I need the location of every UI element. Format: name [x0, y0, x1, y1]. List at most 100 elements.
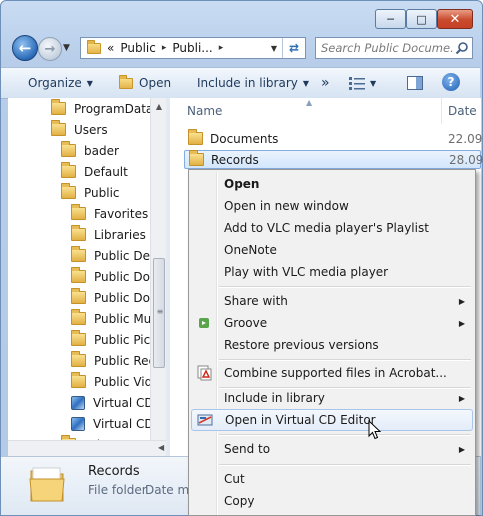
tree-item-favorites[interactable]: Favorites — [71, 203, 148, 224]
tree-item-label: Public — [84, 185, 120, 200]
menu-item-label: Copy — [224, 494, 255, 508]
tree-item-virtual-cds[interactable]: Virtual CDs — [71, 413, 160, 434]
address-dropdown[interactable]: ▼ — [267, 38, 281, 58]
menu-item-combine-acrobat[interactable]: Combine supported files in Acrobat... — [191, 362, 473, 384]
column-header: ▲ Name Date — [170, 98, 481, 124]
search-input[interactable] — [321, 39, 453, 57]
menu-item-label: Add to VLC media player's Playlist — [224, 221, 429, 235]
file-name: Documents — [210, 131, 279, 146]
search-box[interactable] — [315, 37, 473, 59]
folder-icon — [71, 225, 86, 241]
tree-item-default[interactable]: Default — [61, 161, 128, 182]
tree-item-label: Libraries — [94, 227, 146, 242]
tree-item-public-downloads[interactable]: Public Dow — [71, 287, 160, 308]
forward-button[interactable]: → — [38, 37, 62, 61]
menu-item-open[interactable]: Open — [191, 173, 473, 195]
menu-item-label: Groove — [224, 316, 268, 330]
menu-item-send-to[interactable]: Send to ▶ — [191, 438, 473, 460]
menu-item-share-with[interactable]: Share with ▶ — [191, 290, 473, 312]
navigation-pane[interactable]: ProgramData Users bader Default Public F… — [8, 98, 166, 456]
breadcrumb-public[interactable]: Public — [120, 41, 156, 55]
menu-item-play-vlc[interactable]: Play with VLC media player — [191, 261, 473, 283]
back-arrow-icon: ← — [18, 39, 32, 57]
scroll-left-arrow-icon[interactable]: ◀ — [158, 443, 164, 452]
folder-icon — [51, 99, 66, 115]
more-chevron-icon: » — [321, 75, 330, 91]
tree-item-public-videos[interactable]: Public Vide — [71, 371, 160, 392]
address-bar[interactable]: « Public ▸ Publi... ▸ ▼ ⇄ — [80, 37, 306, 59]
context-menu: Open Open in new window Add to VLC media… — [188, 169, 476, 516]
refresh-icon: ⇄ — [288, 41, 300, 55]
menu-item-cut[interactable]: Cut — [191, 468, 473, 490]
tree-item-libraries[interactable]: Libraries — [71, 224, 146, 245]
open-button[interactable]: Open — [119, 68, 171, 98]
include-label: Include in library — [197, 76, 298, 90]
virtual-cd-icon — [71, 395, 85, 410]
organize-button[interactable]: Organize ▼ — [28, 68, 93, 98]
column-name[interactable]: Name — [187, 104, 222, 118]
minimize-button[interactable]: ─ — [375, 9, 406, 29]
folder-icon — [189, 150, 204, 166]
help-icon: ? — [447, 75, 455, 89]
tree-item-public-recorded[interactable]: Public Reco — [71, 350, 162, 371]
menu-item-open-new-window[interactable]: Open in new window — [191, 195, 473, 217]
preview-pane-button[interactable] — [407, 68, 423, 98]
tree-item-public[interactable]: Public — [61, 182, 120, 203]
include-in-library-button[interactable]: Include in library ▼ — [197, 68, 309, 98]
open-label: Open — [139, 76, 172, 90]
tree-item-programdata[interactable]: ProgramData — [51, 98, 153, 119]
menu-item-copy[interactable]: Copy — [191, 490, 473, 512]
breadcrumb-public-documents[interactable]: Publi... — [172, 41, 212, 55]
submenu-arrow-icon: ▶ — [458, 296, 465, 306]
back-button[interactable]: ← — [12, 35, 38, 61]
breadcrumb-separator[interactable]: ▸ — [219, 43, 224, 53]
tree-item-public-music[interactable]: Public Mus — [71, 308, 158, 329]
recent-pages-dropdown[interactable]: ▼ — [63, 43, 70, 53]
menu-item-label: Cut — [224, 472, 245, 486]
menu-item-onenote[interactable]: OneNote — [191, 239, 473, 261]
folder-icon — [71, 351, 86, 367]
menu-item-groove[interactable]: Groove ▶ — [191, 312, 473, 334]
tree-item-label: Public Mus — [94, 311, 158, 326]
refresh-button[interactable]: ⇄ — [282, 38, 305, 58]
help-button[interactable]: ? — [442, 73, 460, 91]
scroll-up-arrow-icon[interactable]: ▲ — [151, 102, 167, 111]
chevron-down-icon: ▼ — [302, 78, 310, 88]
tree-item-public-pictures[interactable]: Public Pictu — [71, 329, 163, 350]
file-row-documents[interactable]: Documents 22.09 — [184, 129, 482, 148]
folder-icon — [71, 330, 86, 346]
open-folder-icon — [119, 74, 133, 89]
column-date[interactable]: Date — [448, 104, 477, 118]
column-divider[interactable] — [441, 98, 442, 124]
file-date: 28.09 — [449, 152, 483, 167]
file-row-records[interactable]: Records 28.09 — [184, 150, 483, 169]
tree-item-users[interactable]: Users — [51, 119, 108, 140]
scroll-thumb[interactable]: ≡ — [153, 258, 165, 368]
breadcrumb-overflow[interactable]: « — [107, 41, 114, 55]
nav-vertical-scrollbar[interactable]: ▲ ≡ ▼ — [150, 98, 167, 456]
more-commands-button[interactable]: » — [321, 68, 330, 98]
tree-item-bader[interactable]: bader — [61, 140, 119, 161]
folder-icon — [61, 162, 76, 178]
menu-item-open-virtual-cd-editor[interactable]: Open in Virtual CD Editor — [191, 409, 473, 431]
search-icon[interactable] — [455, 41, 469, 55]
change-view-button[interactable]: ▼ — [349, 68, 376, 98]
breadcrumb-separator[interactable]: ▸ — [162, 43, 167, 53]
maximize-button[interactable]: □ — [406, 9, 437, 29]
menu-item-label: Open in Virtual CD Editor — [225, 413, 376, 427]
menu-item-label: Play with VLC media player — [224, 265, 389, 279]
submenu-arrow-icon: ▶ — [458, 393, 465, 403]
close-button[interactable]: ✕ — [437, 9, 473, 29]
menu-item-restore-previous[interactable]: Restore previous versions — [191, 334, 473, 356]
chevron-down-icon: ▼ — [370, 78, 377, 88]
acrobat-icon — [197, 365, 212, 381]
folder-icon — [188, 129, 203, 145]
minimize-icon: ─ — [387, 12, 394, 26]
sort-ascending-icon: ▲ — [306, 98, 313, 107]
menu-item-add-vlc-playlist[interactable]: Add to VLC media player's Playlist — [191, 217, 473, 239]
preview-pane-icon — [407, 76, 423, 90]
menu-item-include-library[interactable]: Include in library ▶ — [191, 387, 473, 409]
details-item-name: Records — [88, 464, 140, 479]
tree-item-label: bader — [84, 143, 119, 158]
nav-horizontal-scrollbar[interactable]: ◀ — [8, 440, 166, 457]
